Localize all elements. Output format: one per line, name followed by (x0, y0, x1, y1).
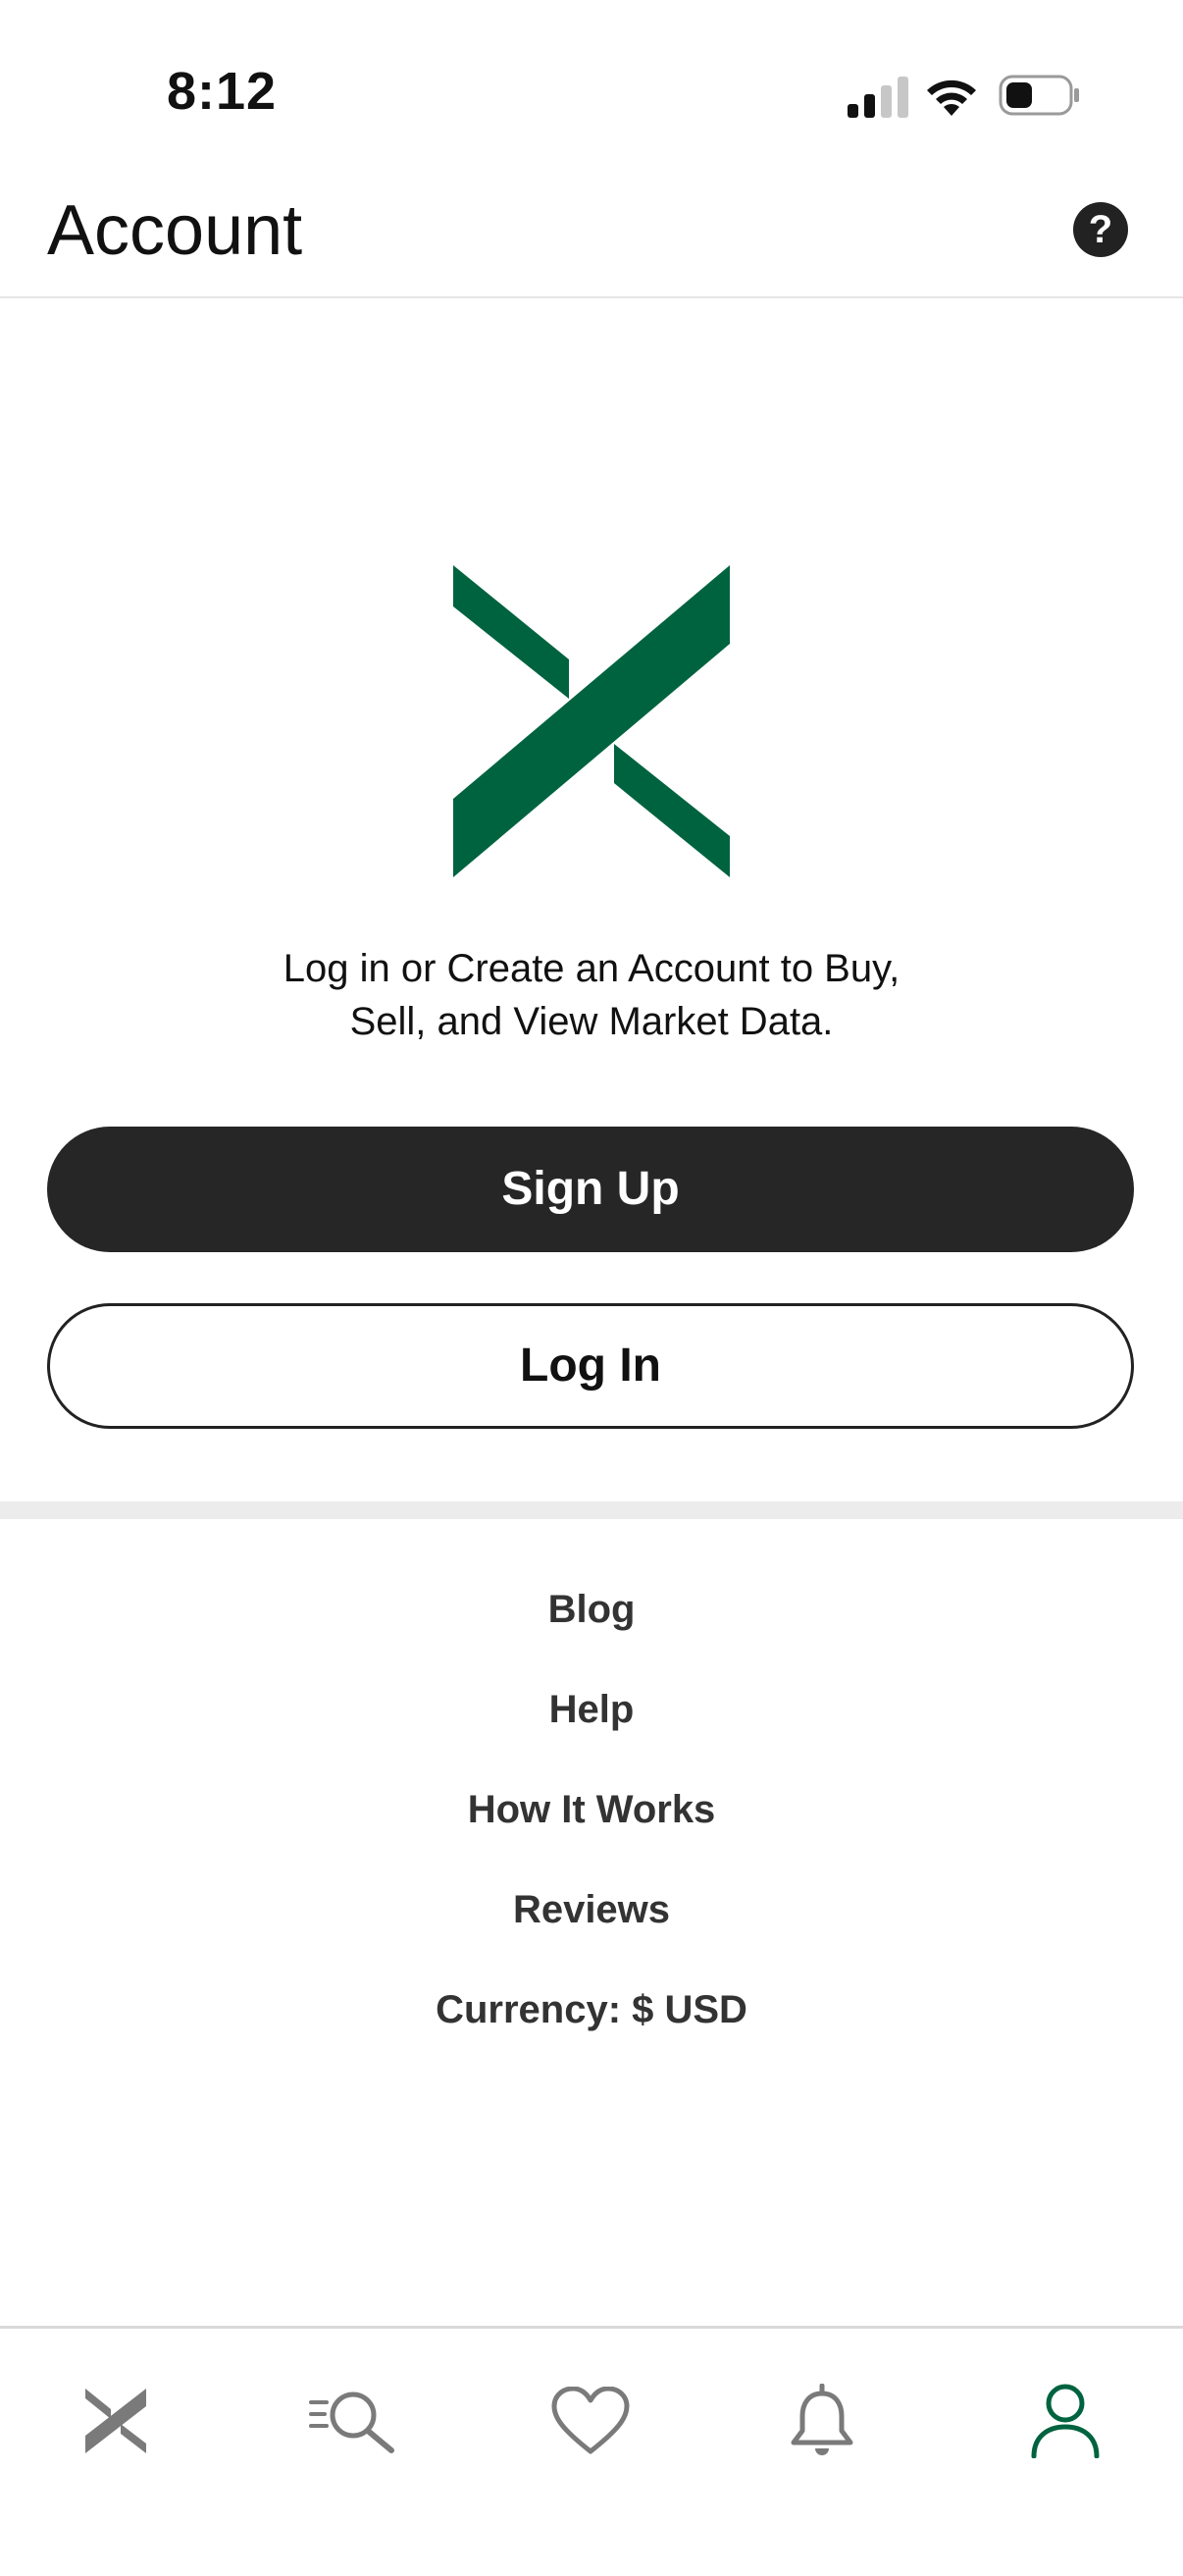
link-help[interactable]: Help (0, 1682, 1183, 1782)
tab-search[interactable] (304, 2372, 402, 2470)
cellular-signal-icon (848, 77, 908, 118)
bottom-tab-bar (0, 2326, 1183, 2576)
heart-icon (551, 2387, 630, 2454)
link-blog[interactable]: Blog (0, 1582, 1183, 1682)
sign-up-button[interactable]: Sign Up (47, 1127, 1134, 1252)
battery-icon (999, 75, 1079, 116)
tab-home[interactable] (67, 2372, 165, 2470)
status-bar: 8:12 (0, 0, 1183, 186)
search-icon (309, 2392, 394, 2453)
tab-favorites[interactable] (541, 2372, 640, 2470)
login-prompt: Log in or Create an Account to Buy, Sell… (0, 942, 1183, 1048)
link-reviews[interactable]: Reviews (0, 1882, 1183, 1982)
info-links: Blog Help How It Works Reviews Currency:… (0, 1582, 1183, 2082)
home-x-icon (85, 2389, 146, 2453)
login-prompt-line-2: Sell, and View Market Data. (349, 1000, 834, 1043)
link-how-it-works[interactable]: How It Works (0, 1782, 1183, 1882)
login-prompt-line-1: Log in or Create an Account to Buy, (283, 947, 900, 990)
status-time: 8:12 (167, 62, 278, 121)
page-header: Account ? (0, 186, 1183, 298)
tab-account[interactable] (1016, 2372, 1114, 2470)
help-icon[interactable]: ? (1073, 202, 1128, 257)
bell-icon (791, 2384, 853, 2455)
tab-notifications[interactable] (773, 2372, 871, 2470)
log-in-button[interactable]: Log In (47, 1303, 1134, 1429)
section-divider (0, 1501, 1183, 1519)
page-title: Account (47, 191, 303, 270)
stockx-logo (453, 565, 730, 877)
profile-icon (1031, 2384, 1100, 2458)
link-currency[interactable]: Currency: $ USD (0, 1982, 1183, 2082)
wifi-icon (927, 79, 976, 116)
